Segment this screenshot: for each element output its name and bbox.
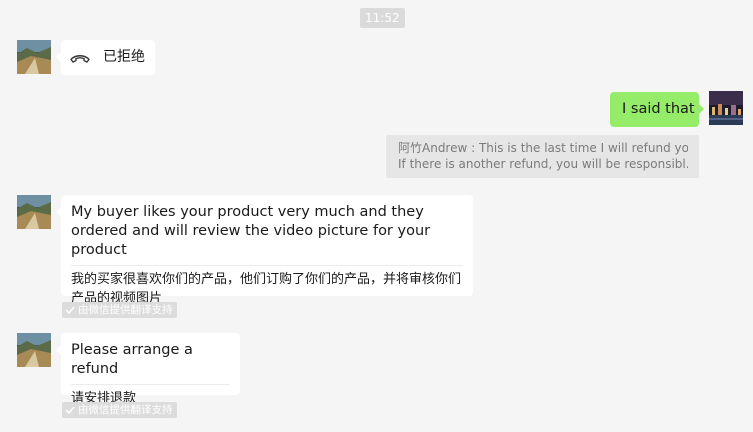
- translation-divider: [71, 384, 230, 385]
- check-icon: [65, 406, 75, 415]
- call-status-text: 已拒绝: [103, 49, 145, 65]
- self-avatar[interactable]: [709, 91, 743, 125]
- check-icon: [65, 306, 75, 315]
- quoted-message-line1: 阿竹Andrew : This is the last time I will …: [398, 141, 688, 155]
- contact-avatar[interactable]: [17, 195, 51, 229]
- message-original-text: My buyer likes your product very much an…: [71, 204, 431, 258]
- translation-credit-tag: 由微信提供翻译支持: [62, 402, 177, 418]
- quoted-message-line2: If there is another refund, you will be …: [398, 157, 688, 171]
- translation-credit-text: 由微信提供翻译支持: [78, 404, 173, 416]
- quoted-message[interactable]: 阿竹Andrew : This is the last time I will …: [386, 135, 699, 178]
- phone-hangup-icon: [70, 54, 90, 63]
- translation-divider: [71, 265, 463, 266]
- message-original-text: Please arrange a refund: [71, 342, 193, 377]
- timestamp: 11:52: [360, 8, 405, 28]
- call-status-bubble[interactable]: 已拒绝: [56, 40, 155, 75]
- incoming-message-bubble[interactable]: Please arrange a refund 请安排退款: [56, 333, 240, 406]
- contact-avatar[interactable]: [17, 333, 51, 367]
- translation-credit-text: 由微信提供翻译支持: [78, 304, 173, 316]
- chat-panel: 11:52 已拒绝 I said that 阿竹Andrew: This is…: [0, 0, 753, 432]
- incoming-message-bubble[interactable]: My buyer likes your product very much an…: [56, 195, 473, 306]
- outgoing-message-text: I said that: [622, 101, 695, 117]
- contact-avatar[interactable]: [17, 40, 51, 74]
- translation-credit-tag: 由微信提供翻译支持: [62, 302, 177, 318]
- outgoing-message-bubble[interactable]: I said that: [610, 92, 704, 127]
